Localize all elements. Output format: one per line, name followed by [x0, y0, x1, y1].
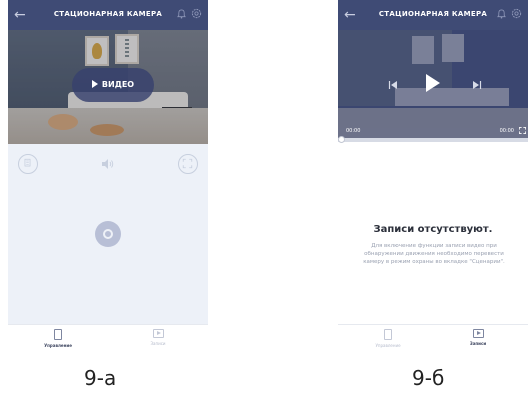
record-icon: [152, 329, 164, 338]
skip-forward-icon[interactable]: [472, 80, 482, 90]
caption-a: 9-а: [84, 366, 117, 390]
record-icon: [472, 329, 484, 338]
tab-label: Записи: [469, 341, 487, 346]
caption-b: 9-б: [412, 366, 445, 390]
camera-icon: [103, 229, 113, 239]
tab-control[interactable]: Управление: [348, 329, 428, 348]
screen-control: ← СТАЦИОНАРНАЯ КАМЕРА ВИДЕО Управление З…: [8, 0, 208, 352]
progress-knob[interactable]: [338, 136, 345, 143]
gear-icon[interactable]: [511, 8, 522, 19]
app-header: ← СТАЦИОНАРНАЯ КАМЕРА: [338, 0, 528, 30]
video-button[interactable]: ВИДЕО: [72, 68, 154, 102]
keypad-icon[interactable]: [18, 154, 38, 174]
figure: ← СТАЦИОНАРНАЯ КАМЕРА ВИДЕО Управление З…: [0, 0, 530, 394]
skip-back-icon[interactable]: [388, 80, 398, 90]
fullscreen-icon[interactable]: [519, 127, 526, 134]
screen-records: ← СТАЦИОНАРНАЯ КАМЕРА 00:00 00:00 Записи…: [338, 0, 528, 352]
progress-track[interactable]: [338, 136, 528, 143]
tab-records[interactable]: Записи: [438, 329, 518, 346]
play-icon[interactable]: [426, 74, 440, 92]
time-total: 00:00: [499, 128, 514, 134]
app-header: ← СТАЦИОНАРНАЯ КАМЕРА: [8, 0, 208, 30]
tab-label: Управление: [375, 343, 401, 348]
play-icon: [91, 80, 98, 88]
bell-icon[interactable]: [177, 9, 186, 19]
speaker-icon[interactable]: [100, 158, 114, 170]
remote-icon: [54, 329, 62, 340]
tab-label: Записи: [150, 341, 166, 346]
video-button-label: ВИДЕО: [101, 80, 135, 89]
empty-state-title: Записи отсутствуют.: [373, 224, 493, 235]
time-elapsed: 00:00: [346, 128, 361, 134]
tab-bar: Управление Записи: [8, 324, 208, 352]
fullscreen-icon[interactable]: [178, 154, 198, 174]
control-panel: [8, 144, 208, 324]
gear-icon[interactable]: [191, 8, 202, 19]
video-player[interactable]: 00:00 00:00: [338, 30, 528, 138]
tab-bar: Управление Записи: [338, 324, 528, 352]
tab-control[interactable]: Управление: [18, 329, 98, 348]
remote-icon: [384, 329, 392, 340]
bell-icon[interactable]: [497, 9, 506, 19]
empty-state-description: Для включение функции записи видео при о…: [363, 243, 505, 265]
tab-records[interactable]: Записи: [118, 329, 198, 346]
camera-button[interactable]: [95, 221, 121, 247]
tab-label: Управление: [44, 343, 72, 348]
